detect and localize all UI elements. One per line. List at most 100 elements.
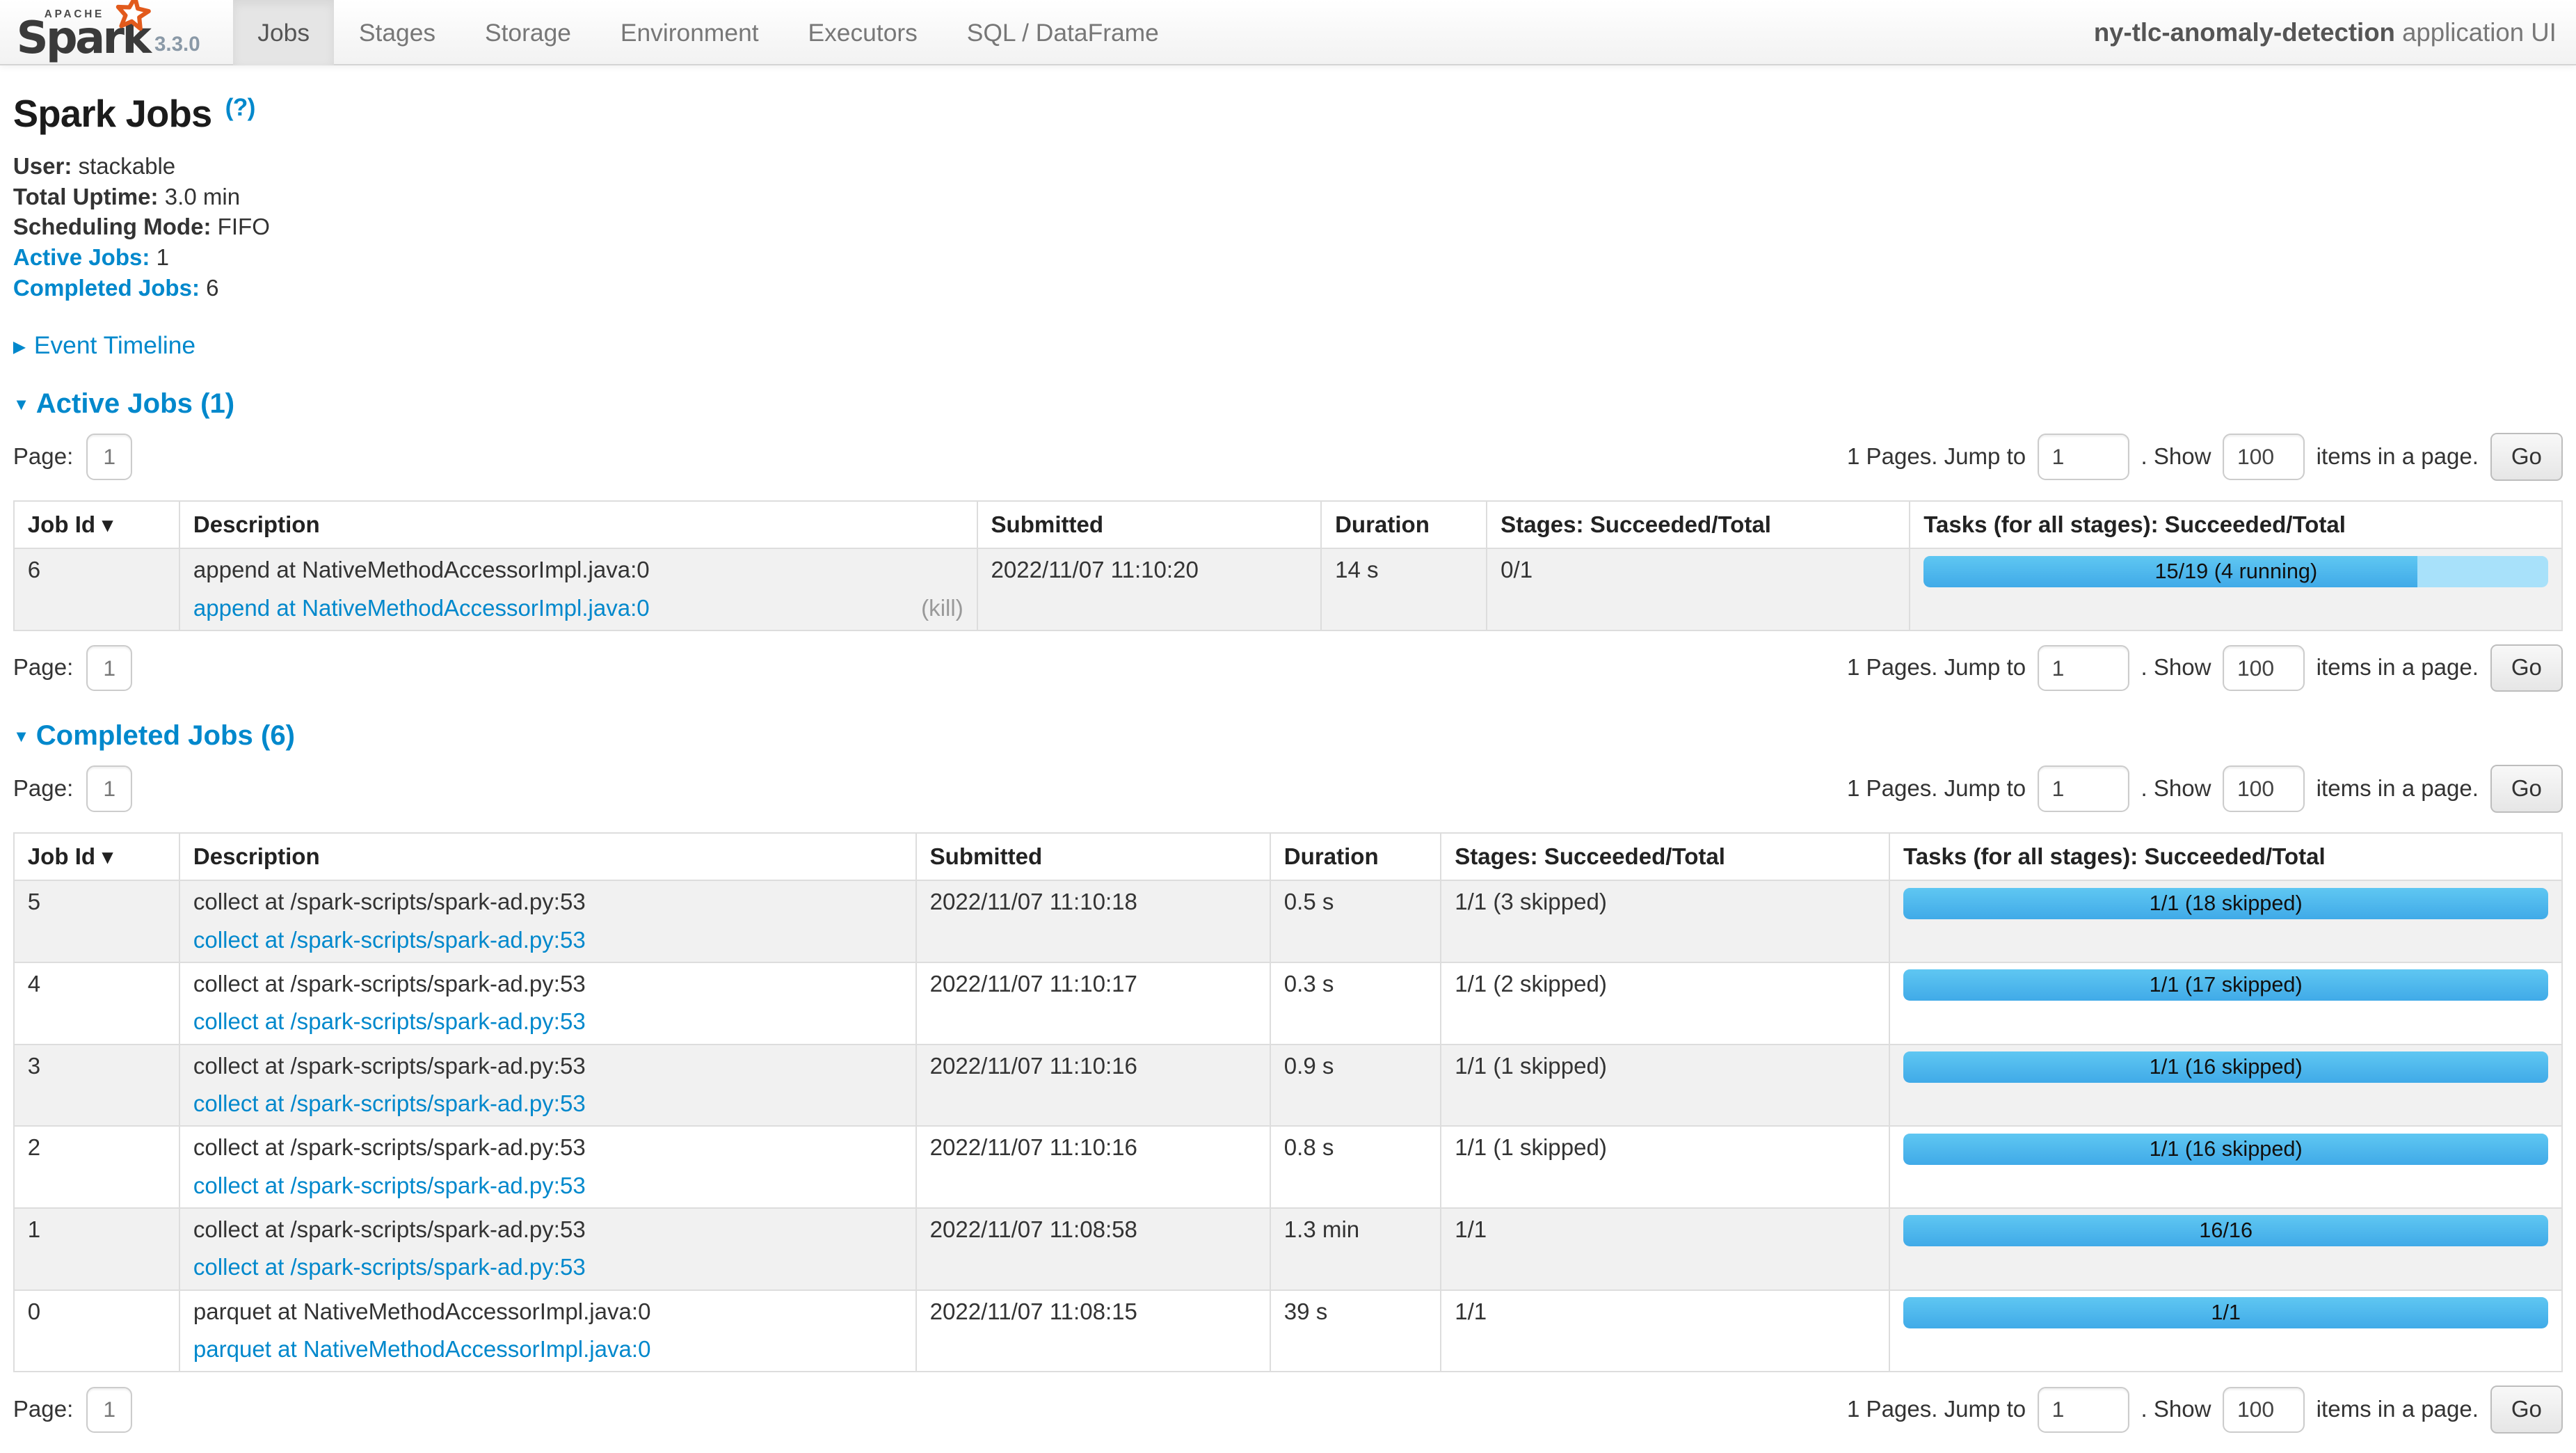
kill-job-link[interactable]: (kill)	[921, 592, 963, 625]
items-per-page-input[interactable]	[2223, 645, 2305, 691]
job-id-cell: 5	[14, 880, 179, 962]
header-tasks[interactable]: Tasks (for all stages): Succeeded/Total	[1889, 833, 2562, 880]
job-duration-cell: 0.3 s	[1270, 962, 1441, 1045]
job-description-text: parquet at NativeMethodAccessorImpl.java…	[193, 1296, 902, 1328]
completed-job-row-5: 5 collect at /spark-scripts/spark-ad.py:…	[14, 880, 2562, 962]
items-per-page-input[interactable]	[2223, 765, 2305, 811]
job-detail-link[interactable]: collect at /spark-scripts/spark-ad.py:53	[193, 1088, 586, 1120]
progress-label: 15/19 (4 running)	[1923, 556, 2548, 587]
header-tasks[interactable]: Tasks (for all stages): Succeeded/Total	[1910, 501, 2562, 548]
job-detail-link[interactable]: collect at /spark-scripts/spark-ad.py:53	[193, 924, 586, 957]
spark-logo[interactable]: APACHE Spark 3.3.0	[0, 0, 220, 64]
job-stages-cell: 1/1 (1 skipped)	[1441, 1126, 1889, 1208]
show-label: . Show	[2141, 444, 2211, 470]
completed-table-pagination-bottom: Page: 1 Pages. Jump to . Show items in a…	[13, 1385, 2563, 1433]
items-per-page-label: items in a page.	[2317, 655, 2479, 681]
job-detail-link[interactable]: append at NativeMethodAccessorImpl.java:…	[193, 592, 650, 625]
job-tasks-cell: 1/1 (16 skipped)	[1889, 1045, 2562, 1127]
application-title-suffix: application UI	[2402, 18, 2557, 47]
tab-storage[interactable]: Storage	[461, 0, 596, 64]
summary-item-user: User: stackable	[13, 152, 2563, 182]
spark-logo-mark: APACHE Spark	[17, 2, 145, 60]
page-content: Spark Jobs (?) User: stackable Total Upt…	[0, 92, 2576, 1434]
header-job-id[interactable]: Job Id ▾	[14, 833, 179, 880]
spark-star-icon	[111, 0, 154, 42]
header-duration[interactable]: Duration	[1270, 833, 1441, 880]
jump-to-page-input[interactable]	[2038, 645, 2129, 691]
help-link[interactable]: (?)	[225, 93, 255, 121]
job-stages-cell: 1/1	[1441, 1208, 1889, 1290]
header-submitted[interactable]: Submitted	[916, 833, 1270, 880]
progress-label: 1/1 (17 skipped)	[1903, 969, 2548, 1001]
job-detail-link[interactable]: collect at /spark-scripts/spark-ad.py:53	[193, 1170, 586, 1202]
show-label: . Show	[2141, 655, 2211, 681]
job-detail-link[interactable]: collect at /spark-scripts/spark-ad.py:53	[193, 1251, 586, 1284]
expand-arrow-icon: ▶	[13, 337, 26, 357]
event-timeline-toggle[interactable]: ▶Event Timeline	[13, 331, 2563, 360]
job-description-cell: collect at /spark-scripts/spark-ad.py:53…	[179, 880, 916, 962]
show-label: . Show	[2141, 1397, 2211, 1423]
tab-executors[interactable]: Executors	[783, 0, 942, 64]
summary-item-scheduling-mode: Scheduling Mode: FIFO	[13, 213, 2563, 243]
tab-stages[interactable]: Stages	[334, 0, 460, 64]
page-title: Spark Jobs (?)	[13, 92, 2563, 136]
summary-item-uptime: Total Uptime: 3.0 min	[13, 183, 2563, 213]
job-id-cell: 3	[14, 1045, 179, 1127]
page-number-input[interactable]	[86, 1387, 132, 1433]
header-description[interactable]: Description	[179, 833, 916, 880]
go-button[interactable]: Go	[2490, 644, 2563, 692]
job-description-text: collect at /spark-scripts/spark-ad.py:53	[193, 1214, 902, 1246]
job-submitted-cell: 2022/11/07 11:10:16	[916, 1126, 1270, 1208]
jump-to-page-input[interactable]	[2038, 1387, 2129, 1433]
job-description-text: append at NativeMethodAccessorImpl.java:…	[193, 554, 963, 587]
tasks-progress-bar: 1/1 (16 skipped)	[1903, 1134, 2548, 1165]
active-job-row-6: 6 append at NativeMethodAccessorImpl.jav…	[14, 548, 2562, 630]
completed-jobs-section-header[interactable]: ▼Completed Jobs (6)	[13, 720, 2563, 752]
header-stages[interactable]: Stages: Succeeded/Total	[1441, 833, 1889, 880]
job-description-cell: collect at /spark-scripts/spark-ad.py:53…	[179, 1208, 916, 1290]
header-duration[interactable]: Duration	[1321, 501, 1487, 548]
go-button[interactable]: Go	[2490, 765, 2563, 812]
header-submitted[interactable]: Submitted	[977, 501, 1322, 548]
job-duration-cell: 1.3 min	[1270, 1208, 1441, 1290]
go-button[interactable]: Go	[2490, 433, 2563, 480]
job-id-cell: 1	[14, 1208, 179, 1290]
tab-environment[interactable]: Environment	[595, 0, 783, 64]
job-summary: User: stackable Total Uptime: 3.0 min Sc…	[13, 152, 2563, 303]
page-number-input[interactable]	[86, 765, 132, 811]
items-per-page-input[interactable]	[2223, 434, 2305, 479]
job-tasks-cell: 1/1 (18 skipped)	[1889, 880, 2562, 962]
active-jobs-section-header[interactable]: ▼Active Jobs (1)	[13, 388, 2563, 420]
go-button[interactable]: Go	[2490, 1385, 2563, 1433]
jump-to-page-input[interactable]	[2038, 765, 2129, 811]
header-job-id[interactable]: Job Id ▾	[14, 501, 179, 548]
application-title: ny-tlc-anomaly-detection application UI	[2094, 0, 2576, 64]
progress-label: 1/1 (16 skipped)	[1903, 1051, 2548, 1083]
job-stages-cell: 1/1 (2 skipped)	[1441, 962, 1889, 1045]
jump-to-page-input[interactable]	[2038, 434, 2129, 479]
job-submitted-cell: 2022/11/07 11:10:18	[916, 880, 1270, 962]
job-tasks-cell: 16/16	[1889, 1208, 2562, 1290]
tab-jobs[interactable]: Jobs	[233, 0, 335, 64]
page-number-input[interactable]	[86, 434, 132, 479]
job-description-cell: collect at /spark-scripts/spark-ad.py:53…	[179, 962, 916, 1045]
items-per-page-input[interactable]	[2223, 1387, 2305, 1433]
job-duration-cell: 0.5 s	[1270, 880, 1441, 962]
header-description[interactable]: Description	[179, 501, 977, 548]
show-label: . Show	[2141, 776, 2211, 802]
page-label: Page:	[13, 1397, 73, 1423]
page-number-input[interactable]	[86, 645, 132, 691]
page-label: Page:	[13, 776, 73, 802]
completed-job-row-3: 3 collect at /spark-scripts/spark-ad.py:…	[14, 1045, 2562, 1127]
active-jobs-link[interactable]: Active Jobs:	[13, 245, 150, 271]
collapse-arrow-icon: ▼	[13, 396, 29, 415]
header-stages[interactable]: Stages: Succeeded/Total	[1487, 501, 1910, 548]
tab-sql-dataframe[interactable]: SQL / DataFrame	[942, 0, 1183, 64]
completed-jobs-link[interactable]: Completed Jobs:	[13, 276, 200, 301]
job-id-cell: 4	[14, 962, 179, 1045]
progress-label: 1/1 (18 skipped)	[1903, 888, 2548, 919]
job-detail-link[interactable]: collect at /spark-scripts/spark-ad.py:53	[193, 1006, 586, 1038]
job-detail-link[interactable]: parquet at NativeMethodAccessorImpl.java…	[193, 1333, 651, 1366]
job-id-cell: 0	[14, 1290, 179, 1372]
job-duration-cell: 39 s	[1270, 1290, 1441, 1372]
